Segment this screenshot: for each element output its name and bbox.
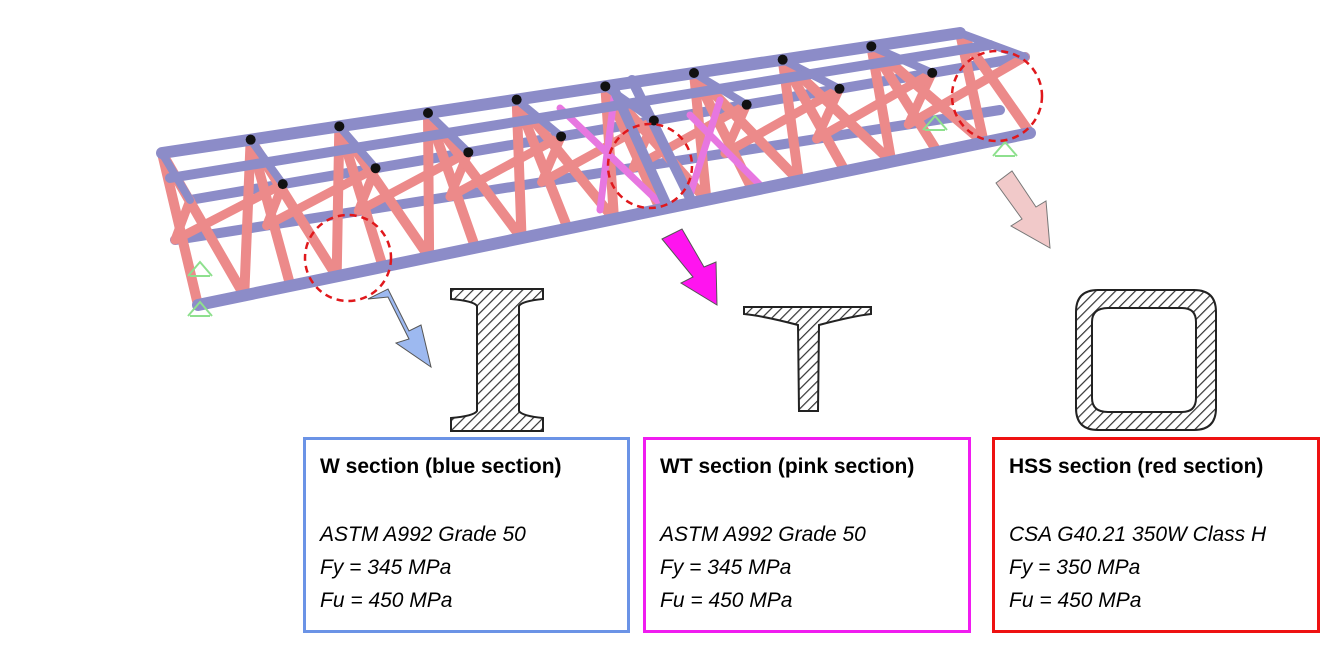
arrow-to-hss-section	[995, 170, 1051, 249]
wt-section-fu: Fu = 450 MPa	[660, 589, 793, 612]
hss-section-material: CSA G40.21 350W Class H	[1009, 523, 1267, 546]
truss-joint	[334, 121, 345, 132]
w-section-fy: Fy = 345 MPa	[320, 556, 452, 579]
wt-section-shape	[743, 306, 872, 412]
truss-joint	[556, 131, 567, 142]
truss-joint	[834, 83, 845, 94]
arrow-to-wt-section	[661, 228, 718, 306]
wt-section-title: WT section (pink section)	[660, 455, 915, 478]
w-section-fu: Fu = 450 MPa	[320, 589, 453, 612]
truss-joint	[866, 41, 877, 52]
hss-section-fy: Fy = 350 MPa	[1009, 556, 1141, 579]
truss-joint	[511, 94, 522, 105]
wt-section-material: ASTM A992 Grade 50	[660, 523, 866, 546]
truss-joint	[600, 81, 611, 92]
truss-joint	[927, 67, 938, 78]
arrow-to-w-section	[367, 288, 432, 369]
truss-joint	[777, 54, 788, 65]
truss-joint	[423, 108, 433, 118]
truss-joint	[277, 179, 288, 190]
w-section-shape	[450, 288, 544, 432]
wt-section-fy: Fy = 345 MPa	[660, 556, 792, 579]
truss-joint	[245, 134, 256, 145]
hss-section-info-box: HSS section (red section) CSA G40.21 350…	[992, 437, 1320, 633]
truss-joint	[370, 163, 381, 174]
truss-joint	[741, 99, 752, 110]
w-section-material: ASTM A992 Grade 50	[320, 523, 526, 546]
wt-section-info-box: WT section (pink section) ASTM A992 Grad…	[643, 437, 971, 633]
w-section-title: W section (blue section)	[320, 455, 562, 478]
hss-section-shape	[1075, 289, 1217, 431]
truss-joint	[463, 147, 474, 158]
hss-section-fu: Fu = 450 MPa	[1009, 589, 1142, 612]
w-section-info-box: W section (blue section) ASTM A992 Grade…	[303, 437, 630, 633]
hss-section-title: HSS section (red section)	[1009, 455, 1264, 478]
truss-joint	[689, 68, 699, 78]
